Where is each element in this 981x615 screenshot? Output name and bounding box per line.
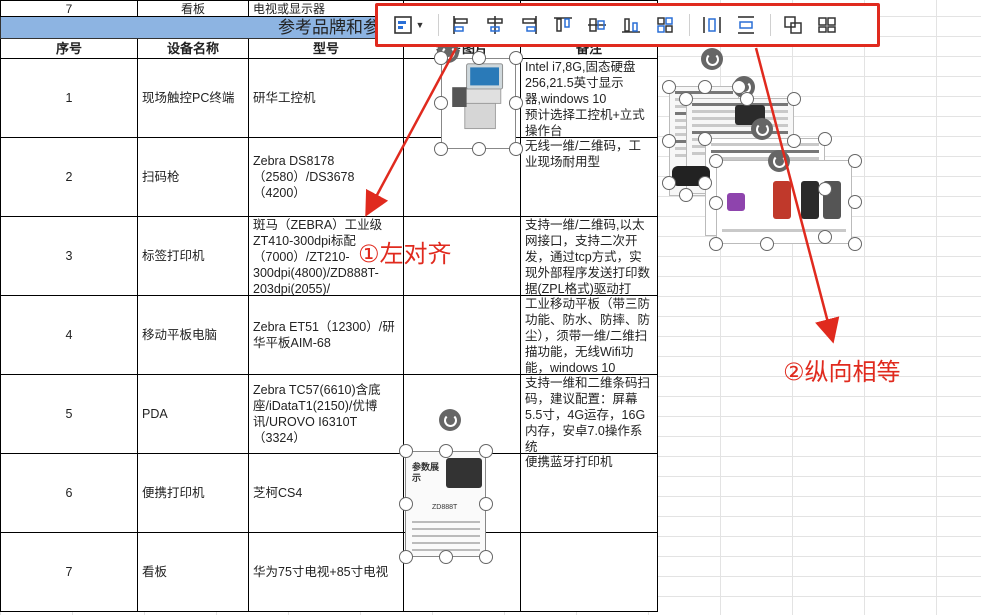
arrow-distribute-vertical xyxy=(754,47,840,344)
annotation-arrows xyxy=(365,47,840,344)
annotation-align-left: ①左对齐 xyxy=(358,240,452,268)
arrow-align-left xyxy=(365,47,458,217)
annotation-distribute-vertical: ②纵向相等 xyxy=(783,358,901,386)
